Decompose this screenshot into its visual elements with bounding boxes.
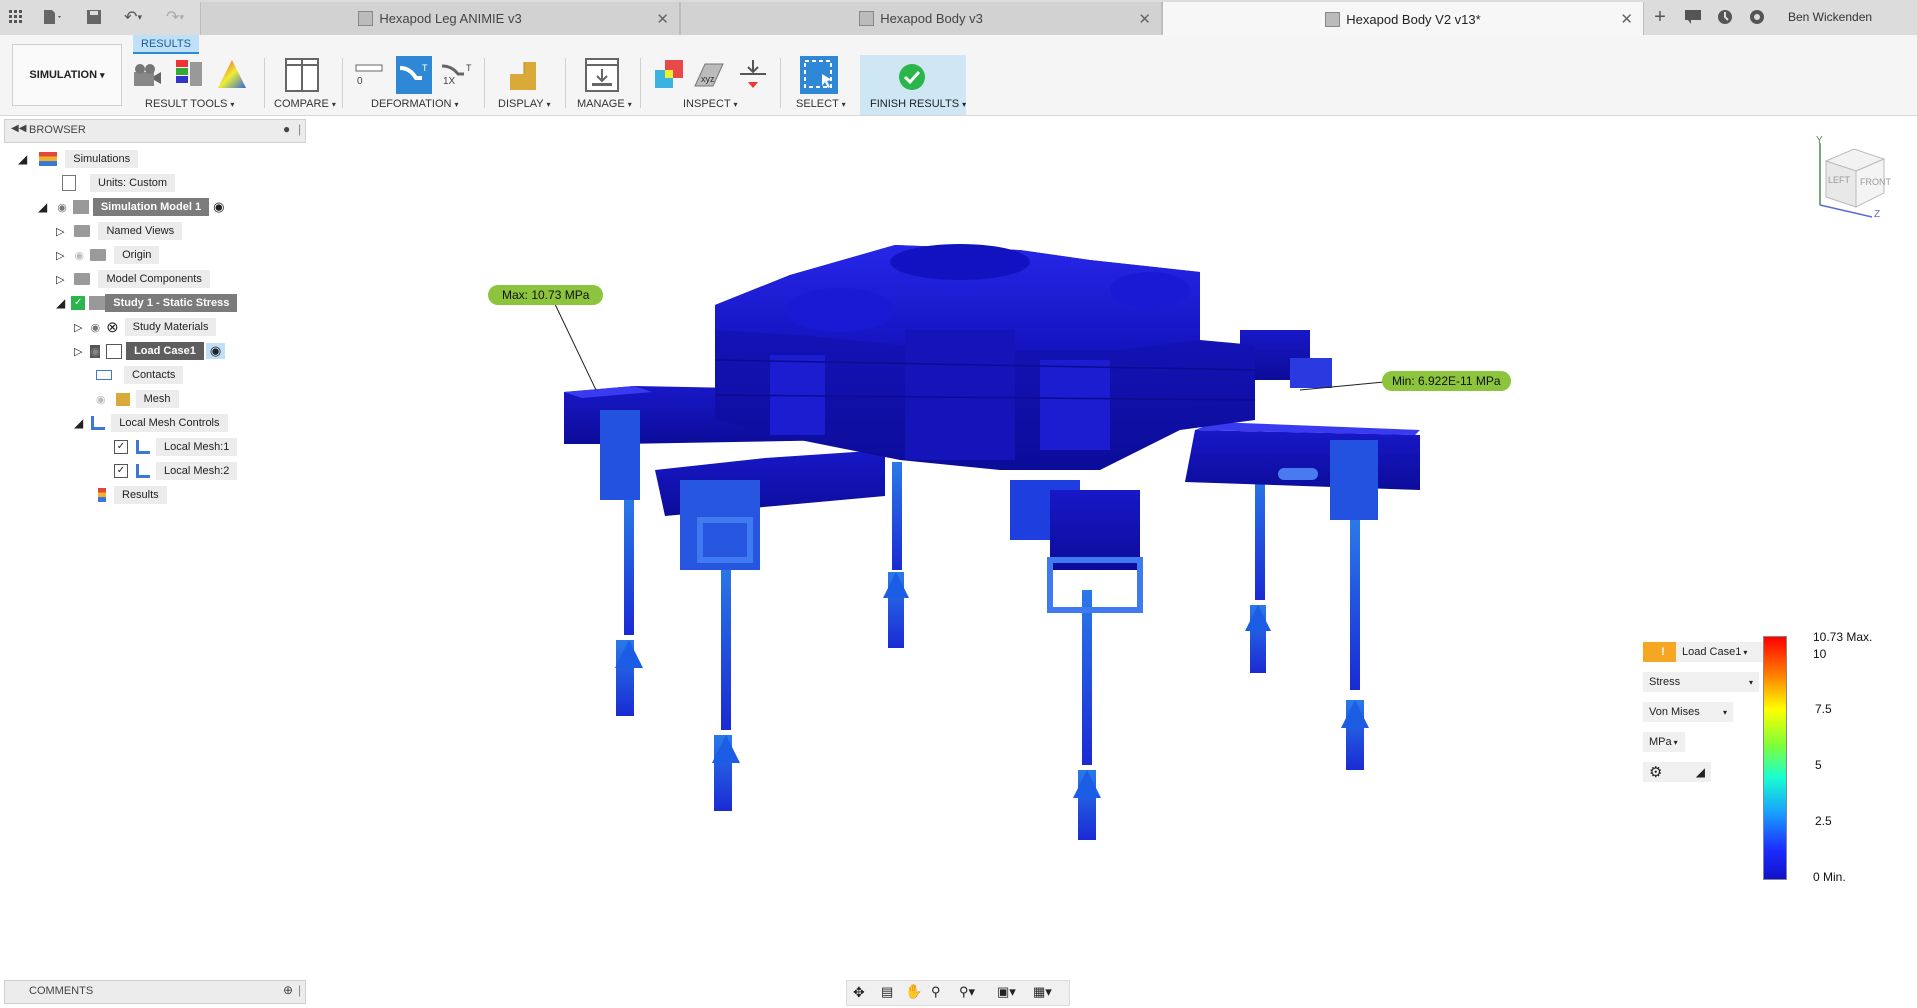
grid-settings-icon[interactable]: ▦▾ (1033, 984, 1052, 1000)
zoom-icon[interactable]: ⚲ (931, 984, 941, 1000)
axis-z-label: Z (1874, 209, 1881, 220)
result-type-dropdown[interactable]: Stress ▾ (1643, 672, 1759, 692)
chevron-down-icon: ▾ (1673, 737, 1678, 747)
component-dropdown[interactable]: Von Mises ▾ (1643, 702, 1733, 722)
display-settings-icon[interactable]: ▣▾ (997, 984, 1016, 1000)
hexapod-body (714, 244, 1256, 470)
view-cube[interactable]: LEFT FRONT Y Z (1812, 135, 1891, 221)
add-comment-icon[interactable]: ⊕ (283, 983, 293, 997)
comments-title: COMMENTS (29, 985, 94, 997)
units-value: MPa (1649, 736, 1672, 748)
legend-max-label: 10.73 Max. (1813, 630, 1873, 644)
chevron-down-icon: ▾ (1748, 677, 1753, 687)
load-case-dropdown[interactable]: Load Case1 ▾ (1676, 642, 1764, 662)
expand-legend-icon[interactable]: ◢ (1696, 765, 1705, 779)
axis-y-label: Y (1816, 135, 1823, 146)
pan-hand-icon[interactable]: ✋ (905, 983, 922, 1000)
look-at-icon[interactable]: ▤ (881, 984, 893, 1000)
legend-tick: 0 Min. (1813, 870, 1846, 884)
view-cube-left-face[interactable]: LEFT (1828, 175, 1850, 185)
stress-color-scale (1763, 636, 1787, 880)
chevron-down-icon: ▾ (1743, 647, 1748, 657)
legend-tick: 5 (1815, 758, 1822, 772)
leg-bracket-front (1010, 480, 1143, 613)
view-cube-front-face[interactable]: FRONT (1860, 177, 1891, 187)
load-case-value: Load Case1 (1682, 646, 1742, 658)
legend-tick: 7.5 (1815, 702, 1832, 716)
min-stress-probe[interactable]: Min: 6.922E-11 MPa (1382, 371, 1511, 391)
orbit-icon[interactable]: ✥ (853, 984, 865, 1001)
model-viewport[interactable] (0, 0, 1917, 1008)
pin-panel-icon[interactable]: | (298, 983, 301, 997)
comments-panel[interactable]: COMMENTS ⊕ | (4, 980, 306, 1004)
navigation-toolbar: ✥ ▤ ✋ ⚲ ⚲▾ ▣▾ ▦▾ (846, 980, 1070, 1006)
result-type-value: Stress (1649, 676, 1681, 688)
component-value: Von Mises (1649, 706, 1700, 718)
chevron-down-icon: ▾ (1722, 707, 1727, 717)
max-stress-probe[interactable]: Max: 10.73 MPa (488, 285, 604, 305)
max-probe-leader (553, 301, 597, 391)
fit-zoom-icon[interactable]: ⚲▾ (959, 984, 975, 1000)
gear-icon[interactable]: ⚙ (1649, 763, 1662, 781)
legend-tick: 2.5 (1815, 814, 1832, 828)
legend-tick: 10 (1813, 647, 1827, 661)
hexapod-model (553, 244, 1420, 840)
legend-settings[interactable]: ⚙ ◢ (1643, 762, 1711, 782)
units-dropdown[interactable]: MPa ▾ (1643, 732, 1685, 752)
